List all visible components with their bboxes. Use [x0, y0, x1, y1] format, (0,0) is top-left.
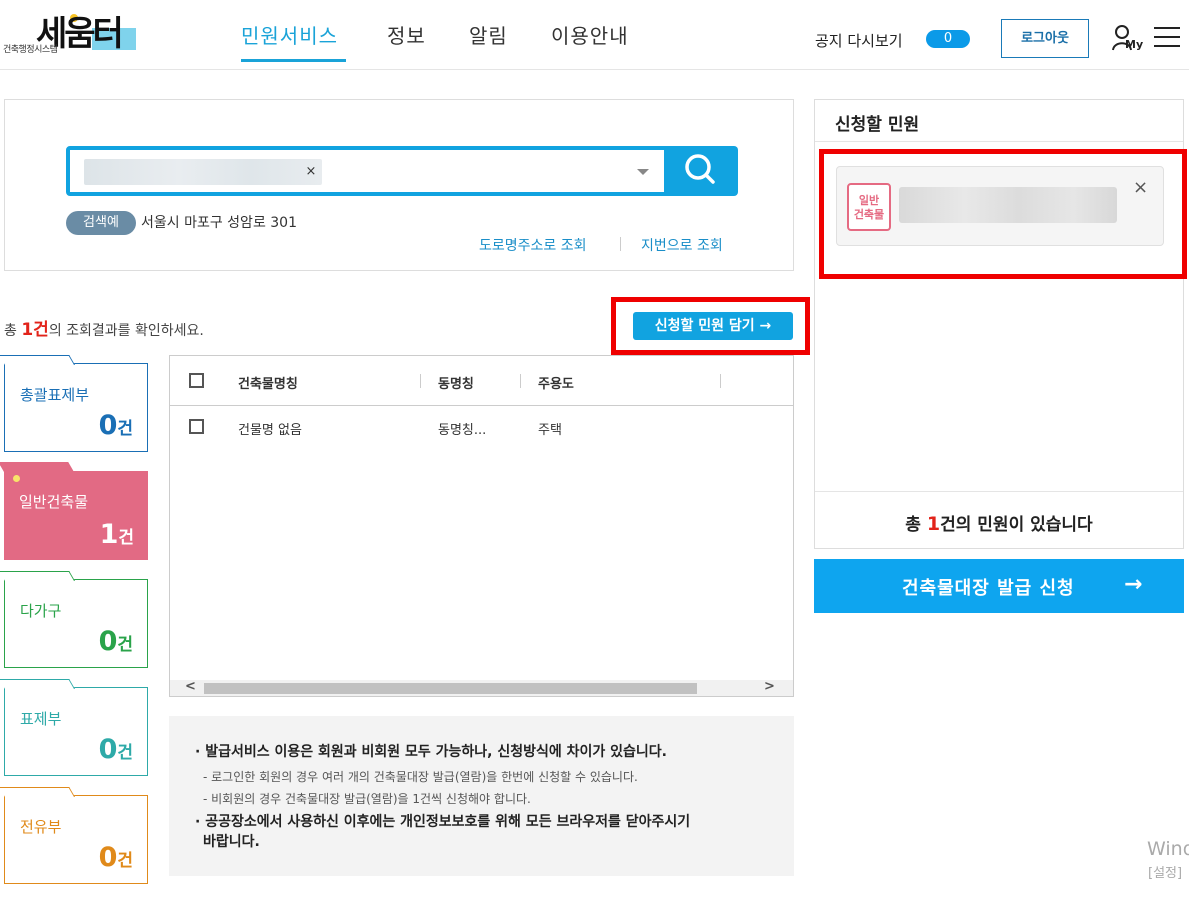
- cell-dong-name: 동명칭...: [438, 423, 487, 438]
- category-count: 1건: [99, 519, 134, 550]
- issue-building-register-button[interactable]: 건축물대장 발급 신청 →: [814, 559, 1184, 613]
- category-count: 0건: [98, 842, 133, 873]
- nav-civil-service[interactable]: 민원서비스: [241, 20, 338, 49]
- category-card-multi-family[interactable]: 다가구 0건: [0, 571, 148, 668]
- notice-count-badge[interactable]: 0: [926, 30, 970, 48]
- category-label: 다가구: [20, 602, 62, 620]
- link-divider: [620, 237, 621, 251]
- my-page-icon[interactable]: My: [1112, 24, 1144, 52]
- notice-line-1: · 발급서비스 이용은 회원과 비회원 모두 가능하나, 신청방식에 차이가 있…: [195, 744, 667, 760]
- column-header-building-name[interactable]: 건축물명칭: [238, 373, 298, 392]
- logo-subtitle: 건축행정시스템: [3, 45, 58, 55]
- search-button[interactable]: [664, 146, 738, 196]
- cell-building-name: 건물명 없음: [238, 423, 302, 438]
- search-example-text: 서울시 마포구 성암로 301: [141, 215, 297, 231]
- category-card-title-section[interactable]: 표제부 0건: [0, 679, 148, 776]
- notice-line-2: · 공공장소에서 사용하신 이후에는 개인정보보호를 위해 모든 브라우저를 닫…: [195, 814, 691, 850]
- selected-address-chip: [84, 159, 322, 185]
- category-label: 일반건축물: [19, 493, 89, 511]
- logout-button[interactable]: 로그아웃: [1001, 19, 1089, 58]
- result-table: 건축물명칭 동명칭 주용도 건물명 없음 동명칭... 주택 < >: [169, 355, 794, 697]
- scroll-right-icon[interactable]: >: [764, 679, 775, 694]
- select-all-checkbox[interactable]: [189, 373, 204, 388]
- column-header-dong-name[interactable]: 동명칭: [438, 373, 474, 392]
- category-card-exclusive-section[interactable]: 전유부 0건: [0, 787, 148, 884]
- search-panel: × 검색예 서울시 마포구 성암로 301 도로명주소로 조회 지번으로 조회: [4, 99, 794, 271]
- category-count: 0건: [98, 410, 133, 441]
- nav-alerts[interactable]: 알림: [469, 20, 508, 49]
- application-total: 총 1건의 민원이 있습니다: [905, 513, 1093, 535]
- column-header-main-use[interactable]: 주용도: [538, 373, 574, 392]
- notice-sub-1: - 로그인한 회원의 경우 여러 개의 건축물대장 발급(열람)을 한번에 신청…: [203, 770, 638, 784]
- lot-number-search-link[interactable]: 지번으로 조회: [641, 235, 723, 255]
- result-count: 1건: [21, 320, 49, 340]
- selected-dot-icon: [13, 475, 20, 482]
- category-label: 전유부: [20, 818, 62, 836]
- nav-active-underline: [241, 59, 346, 62]
- panel-title: 신청할 민원: [835, 115, 920, 135]
- row-checkbox[interactable]: [189, 419, 204, 434]
- add-to-application-button[interactable]: 신청할 민원 담기 →: [633, 312, 793, 340]
- scroll-left-icon[interactable]: <: [185, 679, 196, 694]
- notice-replay-link[interactable]: 공지 다시보기: [815, 30, 903, 51]
- category-card-general-building[interactable]: 일반건축물 1건: [0, 462, 148, 560]
- result-summary: 총 1건의 조회결과를 확인하세요.: [4, 320, 204, 340]
- windows-watermark: Wind: [1147, 838, 1189, 860]
- nav-info[interactable]: 정보: [387, 20, 426, 49]
- arrow-right-icon: →: [1124, 572, 1143, 597]
- cell-main-use: 주택: [538, 423, 562, 438]
- search-example-tag: 검색예: [66, 211, 136, 235]
- dropdown-caret-icon[interactable]: [637, 169, 649, 175]
- my-label: My: [1125, 38, 1144, 51]
- notice-sub-2: - 비회원의 경우 건축물대장 발급(열람)을 1건씩 신청해야 합니다.: [203, 792, 531, 806]
- scrollbar-thumb[interactable]: [204, 683, 697, 694]
- horizontal-scrollbar[interactable]: < >: [170, 679, 793, 696]
- service-notice: · 발급서비스 이용은 회원과 비회원 모두 가능하나, 신청방식에 차이가 있…: [169, 716, 794, 876]
- header: 세움터 건축행정시스템 민원서비스 정보 알림 이용안내 공지 다시보기 0 로…: [0, 0, 1189, 70]
- table-header: 건축물명칭 동명칭 주용도: [170, 356, 793, 406]
- nav-guide[interactable]: 이용안내: [551, 20, 629, 49]
- road-address-search-link[interactable]: 도로명주소로 조회: [479, 235, 587, 255]
- chip-remove-icon[interactable]: ×: [298, 159, 324, 185]
- highlight-frame-item: [819, 149, 1187, 279]
- category-count: 0건: [98, 734, 133, 765]
- menu-icon[interactable]: [1154, 27, 1180, 47]
- address-search-bar[interactable]: ×: [66, 146, 738, 196]
- category-count: 0건: [98, 626, 133, 657]
- windows-watermark-settings: [설정]: [1148, 866, 1183, 881]
- category-label: 표제부: [20, 710, 62, 728]
- search-icon: [685, 154, 715, 184]
- category-card-summary-title[interactable]: 총괄표제부 0건: [0, 355, 148, 452]
- category-label: 총괄표제부: [20, 386, 90, 404]
